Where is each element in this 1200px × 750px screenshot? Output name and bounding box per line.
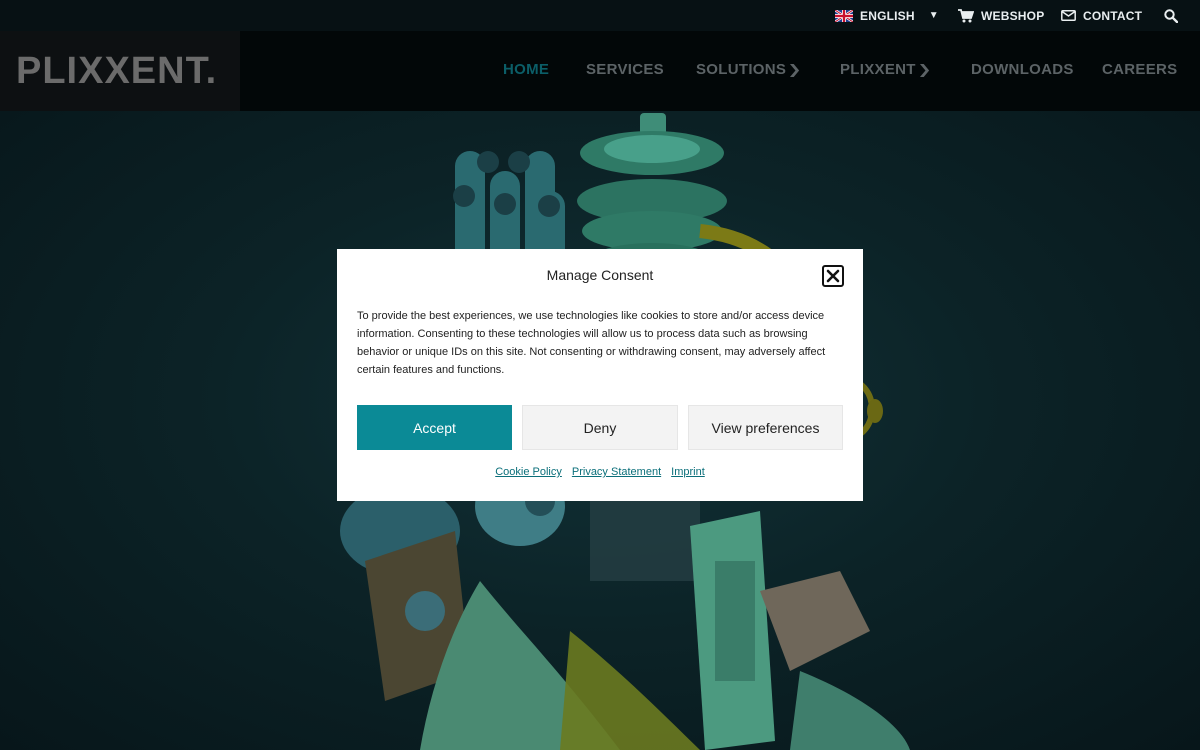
consent-title: Manage Consent — [546, 267, 654, 283]
nav-home[interactable]: HOME — [503, 61, 549, 78]
close-icon — [826, 269, 840, 283]
accept-button[interactable]: Accept — [357, 405, 512, 450]
contact-label: CONTACT — [1083, 8, 1143, 23]
uk-flag-icon — [835, 9, 853, 22]
nav-careers[interactable]: CAREERS — [1102, 61, 1177, 78]
nav-solutions[interactable]: SOLUTIONS❯ — [696, 61, 803, 78]
deny-button[interactable]: Deny — [522, 405, 678, 450]
site-header: PLIXXENT. HOME SERVICES SOLUTIONS❯ PLIXX… — [0, 31, 1200, 111]
consent-message: To provide the best experiences, we use … — [357, 310, 826, 376]
language-selector[interactable]: ENGLISH ▼ — [835, 0, 939, 31]
logo[interactable]: PLIXXENT. — [0, 31, 240, 111]
consent-links: Cookie Policy Privacy Statement Imprint — [337, 466, 863, 478]
language-label: ENGLISH — [860, 8, 915, 23]
nav-services[interactable]: SERVICES — [586, 61, 664, 78]
webshop-link[interactable]: WEBSHOP — [958, 0, 1044, 31]
search-icon — [1164, 8, 1178, 23]
webshop-label: WEBSHOP — [981, 8, 1045, 23]
view-preferences-button[interactable]: View preferences — [688, 405, 843, 450]
nav-solutions-label: SOLUTIONS — [696, 61, 787, 78]
consent-dialog: Manage Consent To provide the best exper… — [337, 249, 863, 501]
top-utility-bar: ENGLISH ▼ WEBSHOP CONTACT — [0, 0, 1200, 31]
chevron-down-icon: ❯ — [787, 62, 803, 77]
nav-plixxent-label: PLIXXENT — [840, 61, 916, 78]
logo-text: PLIXXENT. — [16, 50, 218, 92]
envelope-icon — [1061, 10, 1076, 21]
chevron-down-icon: ❯ — [917, 62, 932, 77]
contact-link[interactable]: CONTACT — [1061, 0, 1142, 31]
caret-down-icon: ▼ — [928, 10, 939, 21]
cart-icon — [958, 8, 974, 22]
imprint-link[interactable]: Imprint — [671, 466, 705, 478]
privacy-statement-link[interactable]: Privacy Statement — [572, 466, 661, 478]
cookie-policy-link[interactable]: Cookie Policy — [495, 466, 562, 478]
search-button[interactable] — [1164, 0, 1185, 31]
nav-downloads[interactable]: DOWNLOADS — [971, 61, 1074, 78]
nav-plixxent[interactable]: PLIXXENT❯ — [840, 61, 932, 78]
close-button[interactable] — [822, 265, 844, 287]
